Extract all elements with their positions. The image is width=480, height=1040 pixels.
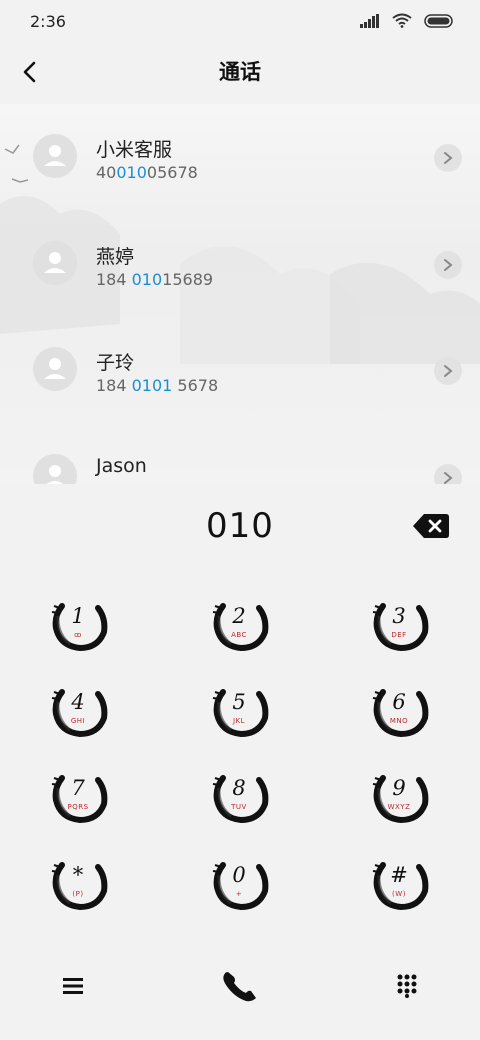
- backspace-icon: [413, 514, 449, 538]
- key-digit: 5: [232, 690, 246, 714]
- dialed-number: 010: [206, 506, 274, 546]
- dial-key[interactable]: # (W): [369, 853, 429, 913]
- person-icon: [44, 252, 66, 273]
- contact-name: Jason: [96, 455, 147, 477]
- menu-icon: [63, 978, 83, 994]
- contact-name: 子玲: [96, 352, 135, 374]
- dial-key[interactable]: 2 ABC: [209, 594, 269, 654]
- bottom-bar: [0, 952, 480, 1022]
- keypad-toggle-button[interactable]: [383, 964, 431, 1008]
- chevron-right-icon: [444, 365, 453, 377]
- contact-number: 4001005678: [96, 163, 198, 182]
- person-icon: [46, 465, 64, 484]
- call-button[interactable]: [216, 964, 264, 1008]
- backspace-button[interactable]: [412, 513, 450, 539]
- contact-detail-button[interactable]: [434, 251, 462, 279]
- key-digit: 7: [71, 776, 85, 800]
- key-digit: 6: [392, 690, 406, 714]
- dial-key[interactable]: 1ꝏ: [48, 594, 108, 654]
- key-letters: MNO: [389, 717, 409, 725]
- keypad-icon: [397, 974, 417, 998]
- dial-key[interactable]: * (P): [48, 853, 108, 913]
- avatar: [33, 454, 77, 484]
- key-digit: 4: [71, 690, 85, 714]
- key-digit: 3: [392, 604, 406, 628]
- key-letters: (P): [72, 890, 84, 898]
- avatar: [33, 347, 77, 391]
- key-letters: JKL: [232, 717, 246, 725]
- page-title: 通话: [219, 60, 261, 84]
- status-bar: 2:36: [0, 0, 480, 42]
- contact-detail-button[interactable]: [434, 357, 462, 385]
- key-digit: 1: [71, 604, 85, 628]
- contact-list: 小米客服 4001005678 燕婷 184 01015689 子玲 184 0…: [0, 104, 480, 484]
- wifi-icon: [392, 13, 412, 28]
- dial-key[interactable]: 7 PQRS: [48, 766, 108, 826]
- contact-row[interactable]: 燕婷 184 01015689: [0, 211, 480, 297]
- key-letters: +: [235, 890, 243, 898]
- dial-key[interactable]: 5 JKL: [209, 680, 269, 740]
- dial-key[interactable]: 8 TUV: [209, 766, 269, 826]
- key-letters: DEF: [391, 631, 407, 639]
- contact-detail-button[interactable]: [434, 144, 462, 172]
- dial-key[interactable]: 6 MNO: [369, 680, 429, 740]
- chevron-right-icon: [444, 472, 453, 484]
- contact-number: 184 01015689: [96, 270, 214, 289]
- chevron-right-icon: [444, 259, 453, 271]
- header: 通话: [0, 42, 480, 104]
- dial-key[interactable]: 3 DEF: [369, 594, 429, 654]
- dial-key[interactable]: 4 GHI: [48, 680, 108, 740]
- avatar: [33, 241, 77, 285]
- signal-icon: [360, 13, 379, 28]
- dial-key[interactable]: 9 WXYZ: [369, 766, 429, 826]
- status-time: 2:36: [30, 12, 66, 31]
- key-digit: 9: [392, 776, 406, 800]
- contact-number: 184 0101 5678: [96, 376, 219, 395]
- contact-name: 燕婷: [96, 246, 135, 268]
- dial-key[interactable]: 0 +: [209, 853, 269, 913]
- status-icons: [360, 13, 454, 28]
- key-letters: TUV: [231, 803, 247, 811]
- key-digit: #: [390, 863, 408, 887]
- key-letters: ABC: [231, 631, 247, 639]
- avatar: [33, 134, 77, 178]
- key-letters: WXYZ: [387, 803, 411, 811]
- contact-row[interactable]: 小米客服 4001005678: [0, 104, 480, 190]
- contact-name: 小米客服: [96, 139, 173, 161]
- contact-row[interactable]: Jason: [0, 424, 480, 484]
- chevron-right-icon: [444, 152, 453, 164]
- contact-row[interactable]: 子玲 184 0101 5678: [0, 317, 480, 403]
- menu-button[interactable]: [49, 964, 97, 1008]
- person-icon: [44, 145, 66, 166]
- key-digit: *: [72, 863, 84, 887]
- battery-icon: [424, 13, 453, 28]
- key-digit: 8: [232, 776, 246, 800]
- key-letters: PQRS: [67, 803, 89, 811]
- phone-icon: [223, 972, 256, 1002]
- key-letters: ꝏ: [74, 631, 82, 639]
- key-letters: (W): [392, 890, 406, 898]
- contact-detail-button[interactable]: [434, 464, 462, 484]
- key-digit: 2: [232, 604, 246, 628]
- key-digit: 0: [232, 863, 246, 887]
- key-letters: GHI: [70, 717, 86, 725]
- person-icon: [44, 358, 66, 379]
